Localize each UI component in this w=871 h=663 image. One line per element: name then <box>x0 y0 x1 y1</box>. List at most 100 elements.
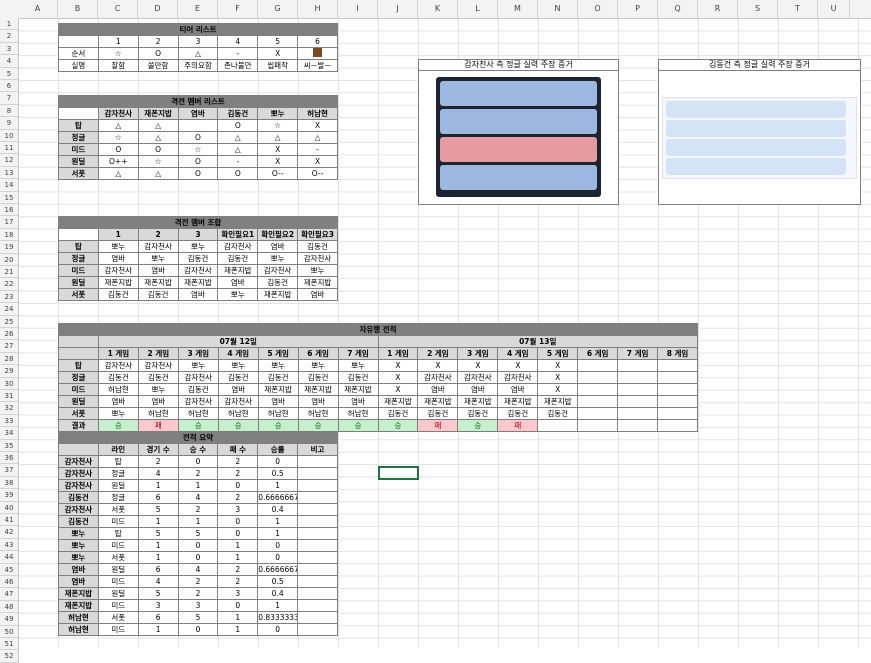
row-header[interactable]: 2 <box>0 30 18 43</box>
column-header[interactable]: M <box>498 0 538 18</box>
column-header[interactable]: A <box>18 0 58 18</box>
row-header[interactable]: 37 <box>0 464 18 477</box>
member-list-table: 격전 멤버 리스트 감자천사 재폰지밥 염바 김동건 뽀누 허남현 탑 △ △ O ☆ X 정글 ☆ △ O… <box>58 95 338 180</box>
column-header[interactable]: Q <box>658 0 698 18</box>
member-name: 감자천사 <box>97 107 139 120</box>
record-cell: 김동건 <box>97 371 139 384</box>
summary-header[interactable]: 패 수 <box>217 443 259 456</box>
row-header[interactable]: 4 <box>0 55 18 68</box>
column-header[interactable]: N <box>538 0 578 18</box>
row-header[interactable]: 7 <box>0 92 18 105</box>
member-rating: X <box>297 119 338 132</box>
column-header[interactable]: O <box>578 0 618 18</box>
row-header[interactable]: 49 <box>0 613 18 626</box>
column-header[interactable]: G <box>258 0 298 18</box>
row-header[interactable]: 5 <box>0 68 18 80</box>
row-header[interactable]: 22 <box>0 278 18 291</box>
row-header[interactable]: 38 <box>0 477 18 490</box>
row-header[interactable]: 26 <box>0 328 18 341</box>
row-header[interactable]: 34 <box>0 427 18 440</box>
column-header[interactable]: L <box>458 0 498 18</box>
row-header[interactable]: 25 <box>0 316 18 328</box>
tier-list-table: 티어 리스트 123456 순서 ☆ O △ - X 실명 잘함 쓸만함 주의요함 존나불안 씹패작… <box>58 23 338 72</box>
position-label: 탑 <box>58 359 99 372</box>
member-rating: O-- <box>297 167 338 180</box>
row-header[interactable]: 29 <box>0 365 18 378</box>
column-header[interactable]: H <box>298 0 338 18</box>
column-header[interactable]: P <box>618 0 658 18</box>
record-cell: 허남현 <box>97 383 139 396</box>
evidence-title-2: 김동건 측 정글 실력 주장 증거 <box>659 60 860 71</box>
column-header[interactable]: S <box>738 0 778 18</box>
row-header[interactable]: 48 <box>0 601 18 614</box>
row-header[interactable]: 11 <box>0 142 18 155</box>
row-header[interactable]: 9 <box>0 117 18 130</box>
row-header[interactable]: 52 <box>0 650 18 663</box>
row-header[interactable]: 13 <box>0 167 18 180</box>
record-cell <box>657 359 698 372</box>
summary-header[interactable]: 라인 <box>97 443 139 456</box>
column-header[interactable]: I <box>338 0 378 18</box>
row-header[interactable]: 27 <box>0 340 18 353</box>
row-header[interactable]: 20 <box>0 254 18 266</box>
column-header[interactable]: T <box>778 0 818 18</box>
row-header[interactable]: 43 <box>0 539 18 552</box>
summary-header[interactable]: 승률 <box>257 443 299 456</box>
summary-name: 감자천사 <box>58 503 99 516</box>
combo-member: 염바 <box>257 240 299 253</box>
row-header[interactable]: 24 <box>0 303 18 316</box>
selected-cell[interactable] <box>378 466 419 480</box>
row-header[interactable]: 45 <box>0 564 18 576</box>
row-header[interactable]: 46 <box>0 576 18 589</box>
row-header[interactable]: 19 <box>0 241 18 254</box>
column-header[interactable]: U <box>818 0 850 18</box>
row-header[interactable]: 35 <box>0 440 18 452</box>
result-cell: 승 <box>257 419 299 432</box>
row-header[interactable]: 39 <box>0 489 18 502</box>
row-header[interactable]: 40 <box>0 502 18 514</box>
row-header[interactable]: 6 <box>0 80 18 93</box>
column-header[interactable]: K <box>418 0 458 18</box>
column-header[interactable]: E <box>178 0 218 18</box>
row-header[interactable]: 18 <box>0 229 18 242</box>
column-header[interactable]: C <box>98 0 138 18</box>
row-header[interactable]: 21 <box>0 266 18 279</box>
column-header[interactable]: F <box>218 0 258 18</box>
row-header[interactable]: 12 <box>0 154 18 167</box>
column-header[interactable]: J <box>378 0 418 18</box>
summary-header[interactable]: 비고 <box>297 443 338 456</box>
row-header[interactable]: 23 <box>0 291 18 304</box>
summary-header[interactable]: 승 수 <box>177 443 219 456</box>
row-header[interactable]: 14 <box>0 179 18 192</box>
column-header[interactable]: R <box>698 0 738 18</box>
summary-cell: 0.5 <box>257 467 299 480</box>
summary-cell: 5 <box>137 503 179 516</box>
record-cell: 염바 <box>497 383 539 396</box>
row-header[interactable]: 3 <box>0 43 18 56</box>
summary-header[interactable]: 경기 수 <box>137 443 179 456</box>
row-header[interactable]: 32 <box>0 402 18 415</box>
row-header[interactable]: 44 <box>0 551 18 564</box>
row-header[interactable]: 16 <box>0 204 18 217</box>
row-header[interactable]: 1 <box>0 18 18 31</box>
row-header[interactable]: 17 <box>0 216 18 229</box>
row-header[interactable]: 36 <box>0 452 18 465</box>
row-header[interactable]: 28 <box>0 353 18 366</box>
summary-cell: 0 <box>257 455 299 468</box>
record-cell <box>577 371 619 384</box>
row-header[interactable]: 42 <box>0 526 18 539</box>
row-header[interactable]: 8 <box>0 105 18 118</box>
column-header[interactable]: B <box>58 0 98 18</box>
row-header[interactable]: 31 <box>0 390 18 403</box>
row-header[interactable]: 50 <box>0 626 18 638</box>
row-header[interactable]: 30 <box>0 378 18 390</box>
row-header[interactable]: 41 <box>0 514 18 527</box>
row-header[interactable]: 15 <box>0 192 18 204</box>
column-header[interactable]: D <box>138 0 178 18</box>
row-header[interactable]: 33 <box>0 415 18 428</box>
row-header[interactable]: 10 <box>0 130 18 142</box>
result-label: 결과 <box>58 419 99 432</box>
row-header[interactable]: 51 <box>0 638 18 651</box>
row-header[interactable]: 47 <box>0 588 18 601</box>
summary-header[interactable] <box>58 443 99 456</box>
